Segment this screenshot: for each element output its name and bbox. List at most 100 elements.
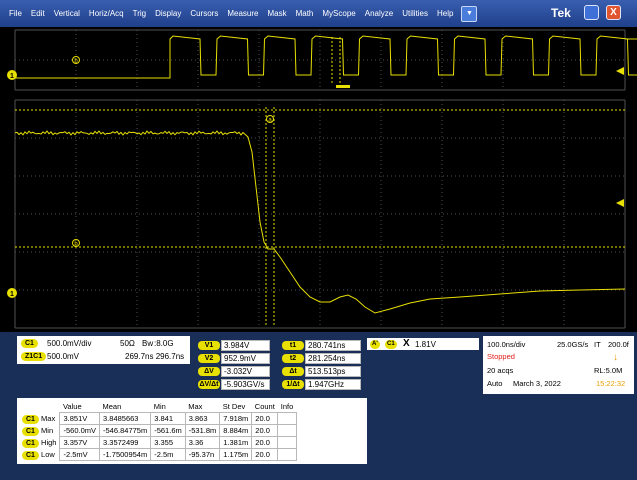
row-mean: -1.7500954m [99, 448, 152, 461]
waveform-display[interactable]: 1 1 b a b [0, 27, 637, 332]
menu-horiz-acq[interactable]: Horiz/Acq [89, 9, 124, 18]
trigger-source-tag: C1 [385, 340, 397, 349]
row-count: 20.0 [251, 436, 279, 449]
stats-header-count: Count [254, 402, 275, 411]
stats-header-row: Value Mean Min Max St Dev Count Info [19, 401, 296, 413]
menu-mask[interactable]: Mask [267, 9, 286, 18]
menu-analyze[interactable]: Analyze [365, 9, 393, 18]
menu-edit[interactable]: Edit [31, 9, 45, 18]
trigger-slope-icon: X [403, 338, 410, 349]
ch1-bandwidth: :8.0G [154, 339, 174, 348]
row-value: 3.357V [59, 436, 101, 449]
zoom-ch1-offset: 500.0mV [47, 352, 80, 361]
table-row[interactable]: C1 Max 3.851V 3.8485663 3.841 3.863 7.91… [19, 412, 297, 425]
zoom-trace [14, 130, 626, 314]
row-value: -560.0mV [59, 424, 101, 437]
menu-trig[interactable]: Trig [133, 9, 146, 18]
t2-value: 281.254ns [305, 353, 361, 364]
menu-display[interactable]: Display [155, 9, 181, 18]
row-count: 20.0 [251, 424, 279, 437]
menu-math[interactable]: Math [296, 9, 314, 18]
row-info [277, 424, 297, 437]
stats-header-mean: Mean [102, 402, 122, 411]
trigger-mode: Auto [487, 379, 503, 388]
ch1-bandwidth-symbol: Bw [142, 339, 154, 348]
measurement-stats-panel[interactable]: Value Mean Min Max St Dev Count Info C1 … [17, 398, 367, 464]
row-measurement-name: Max [41, 413, 56, 423]
trigger-level-marker[interactable] [616, 199, 624, 207]
row-measurement-name: Min [41, 425, 54, 435]
inv-dt-value: 1.947GHz [305, 379, 361, 390]
channel-readout-panel[interactable]: C1 500.0mV/div 50Ω Bw :8.0G Z1C1 500.0mV… [17, 336, 190, 364]
overview-trace [15, 35, 637, 79]
row-mean: -546.84775m [99, 424, 152, 437]
dv-label: ΔV [198, 367, 220, 376]
row-stdev: 1.381m [219, 436, 253, 449]
menu-measure[interactable]: Measure [227, 9, 258, 18]
close-button[interactable]: X [606, 5, 621, 20]
v2-label: V2 [198, 354, 220, 363]
dt-value: 513.513ps [305, 366, 361, 377]
points-per-div: 200.0f [608, 340, 629, 349]
time: 15:22:32 [596, 379, 626, 388]
row-value: 3.851V [59, 412, 101, 425]
zoom-ch1-tag: Z1C1 [21, 352, 47, 361]
menu-utilities[interactable]: Utilities [402, 9, 428, 18]
menu-myscope[interactable]: MyScope [322, 9, 355, 18]
row-value: -2.5mV [59, 448, 101, 461]
ch1-scale: 500.0mV/div [47, 339, 92, 348]
acquisition-panel[interactable]: 100.0ns/div 25.0GS/s IT 200.0f Stopped ↓… [483, 336, 634, 394]
row-count: 20.0 [251, 412, 279, 425]
dvdt-value: -5.903GV/s [221, 379, 270, 390]
overview-trigger-marker[interactable] [616, 67, 624, 75]
row-info [277, 436, 297, 449]
date: March 3, 2022 [513, 379, 561, 388]
v2-value: 952.9mV [221, 353, 270, 364]
menu-dropdown-button[interactable]: ▼ [461, 5, 478, 22]
row-min: 3.841 [150, 412, 186, 425]
row-min: -2.5m [150, 448, 186, 461]
stats-header-info: Info [280, 402, 294, 411]
t1-value: 280.741ns [305, 340, 361, 351]
stats-header-min: Min [153, 402, 166, 411]
minimize-button[interactable] [584, 5, 599, 20]
row-max: -95.37n [184, 448, 221, 461]
menu-vertical[interactable]: Vertical [54, 9, 80, 18]
menu-file[interactable]: File [9, 9, 22, 18]
row-info [277, 448, 297, 461]
row-channel-tag: C1 [22, 426, 39, 436]
table-row[interactable]: C1 Low -2.5mV -1.7500954m -2.5m -95.37n … [19, 448, 297, 461]
dv-value: -3.032V [221, 366, 270, 377]
table-row[interactable]: C1 High 3.357V 3.3572499 3.355 3.36 1.38… [19, 436, 297, 449]
ch1-main-marker-label: 1 [10, 291, 14, 298]
v1-label: V1 [198, 341, 220, 350]
row-min: -561.6m [150, 424, 186, 437]
trigger-a-tag: A' [370, 340, 380, 349]
row-min: 3.355 [150, 436, 186, 449]
chevron-down-icon: ▼ [465, 10, 473, 17]
t2-label: t2 [282, 354, 304, 363]
stats-table: Value Mean Min Max St Dev Count Info C1 … [19, 401, 297, 461]
dt-label: Δt [282, 367, 304, 376]
trigger-readout[interactable]: A' C1 X 1.81V [367, 338, 479, 350]
zoom-window-indicator[interactable] [336, 85, 350, 88]
stats-header-blank [19, 401, 60, 413]
t1-label: t1 [282, 341, 304, 350]
menu-bar: File Edit Vertical Horiz/Acq Trig Displa… [0, 0, 637, 27]
ch1-tag: C1 [21, 339, 38, 348]
row-count: 20.0 [251, 448, 279, 461]
row-channel-tag: C1 [22, 438, 39, 448]
row-stdev: 1.175m [219, 448, 253, 461]
menu-help[interactable]: Help [437, 9, 453, 18]
menu-cursors[interactable]: Cursors [190, 9, 218, 18]
row-measurement-name: High [41, 437, 57, 447]
stats-header-max: Max [188, 402, 203, 411]
ch1-termination: 50Ω [120, 339, 135, 348]
row-stdev: 7.918m [219, 412, 253, 425]
table-row[interactable]: C1 Min -560.0mV -546.84775m -561.6m -531… [19, 424, 297, 437]
row-max: 3.863 [184, 412, 221, 425]
ch1-overview-marker-label: 1 [10, 73, 14, 80]
cursor-readout-panel[interactable]: V1 3.984V V2 952.9mV ΔV -3.032V ΔV/Δt -5… [194, 336, 364, 393]
row-mean: 3.3572499 [99, 436, 152, 449]
trigger-level: 1.81V [415, 340, 436, 349]
